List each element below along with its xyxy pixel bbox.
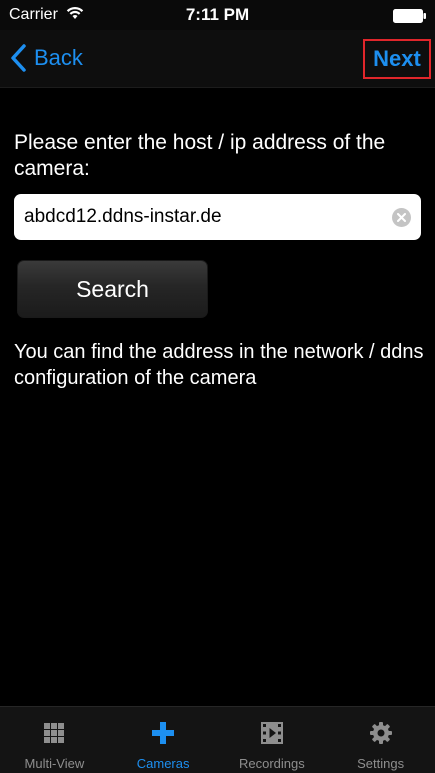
tab-settings[interactable]: Settings xyxy=(326,707,435,773)
film-icon xyxy=(260,722,283,744)
clear-text-icon[interactable] xyxy=(392,208,411,227)
back-button[interactable]: Back xyxy=(8,40,83,76)
navigation-bar: Back Next xyxy=(0,30,435,88)
grid-icon xyxy=(44,723,65,743)
gear-icon xyxy=(369,722,392,744)
status-time: 7:11 PM xyxy=(185,5,250,24)
tab-label: Settings xyxy=(357,756,405,771)
host-input[interactable] xyxy=(24,194,384,240)
tab-cameras[interactable]: Cameras xyxy=(109,707,218,773)
tab-label: Multi-View xyxy=(24,756,85,771)
tab-bar: Multi-View Cameras Recordings Settings xyxy=(0,706,435,773)
battery-icon xyxy=(393,9,426,23)
back-label: Back xyxy=(34,45,83,70)
search-button[interactable]: Search xyxy=(17,260,208,318)
camera-host-screen: Carrier 7:11 PM Back Next Please enter t… xyxy=(0,0,435,773)
address-hint: You can find the address in the network … xyxy=(14,341,424,389)
host-input-container xyxy=(14,194,421,240)
tab-multi-view[interactable]: Multi-View xyxy=(0,707,109,773)
status-bar: Carrier 7:11 PM xyxy=(0,0,435,30)
tab-label: Cameras xyxy=(136,756,190,771)
search-label: Search xyxy=(76,275,149,302)
host-prompt: Please enter the host / ip address of th… xyxy=(14,131,386,180)
tab-recordings[interactable]: Recordings xyxy=(218,707,327,773)
next-label: Next xyxy=(373,46,421,71)
chevron-left-icon xyxy=(11,44,26,72)
x-mark-icon xyxy=(397,213,406,222)
tab-label: Recordings xyxy=(238,756,305,771)
next-button[interactable]: Next xyxy=(363,39,431,79)
plus-icon xyxy=(152,722,175,744)
